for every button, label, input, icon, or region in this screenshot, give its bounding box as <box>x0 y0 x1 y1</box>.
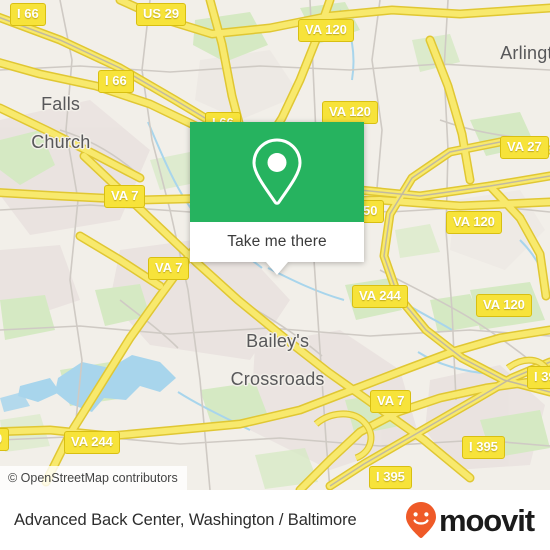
highway-shield: VA 27 <box>500 136 549 159</box>
popup-action-bar[interactable]: Take me there <box>190 222 364 262</box>
highway-shield: I 66 <box>10 3 46 26</box>
take-me-there-label: Take me there <box>227 233 327 250</box>
map-screenshot: Falls Church Arlington Bailey's Crossroa… <box>0 0 550 550</box>
highway-shield: I 66 <box>98 70 134 93</box>
moovit-smiling-pin-icon <box>405 502 436 538</box>
map-canvas[interactable]: Falls Church Arlington Bailey's Crossroa… <box>0 0 550 490</box>
location-pin-icon <box>252 138 302 205</box>
osm-attribution[interactable]: © OpenStreetMap contributors <box>0 466 187 490</box>
highway-shield: VA 7 <box>148 257 190 280</box>
brand-wordmark: moovit <box>438 502 535 538</box>
moovit-logo[interactable]: moovit <box>404 501 535 539</box>
highway-shield: VA 244 <box>64 431 120 454</box>
page-title: Advanced Back Center, Washington / Balti… <box>14 510 357 529</box>
highway-shield: I 395 <box>369 466 412 489</box>
highway-shield: VA 120 <box>446 211 502 234</box>
popup-image-panel <box>190 122 364 222</box>
popup-pointer-tail <box>266 262 288 275</box>
footer-bar: Advanced Back Center, Washington / Balti… <box>0 490 550 550</box>
highway-shield: I 395 <box>462 436 505 459</box>
highway-shield: VA 120 <box>322 101 378 124</box>
highway-shield: VA 120 <box>476 294 532 317</box>
location-popup-card[interactable]: Take me there <box>190 122 364 275</box>
highway-shield: VA 244 <box>352 285 408 308</box>
highway-shield: VA 7 <box>370 390 412 413</box>
highway-shield: VA 120 <box>298 19 354 42</box>
highway-shield: 0 <box>0 428 10 451</box>
highway-shield: I 395 <box>527 366 550 389</box>
highway-shield: US 29 <box>136 3 187 26</box>
highway-shield: VA 7 <box>104 185 146 208</box>
